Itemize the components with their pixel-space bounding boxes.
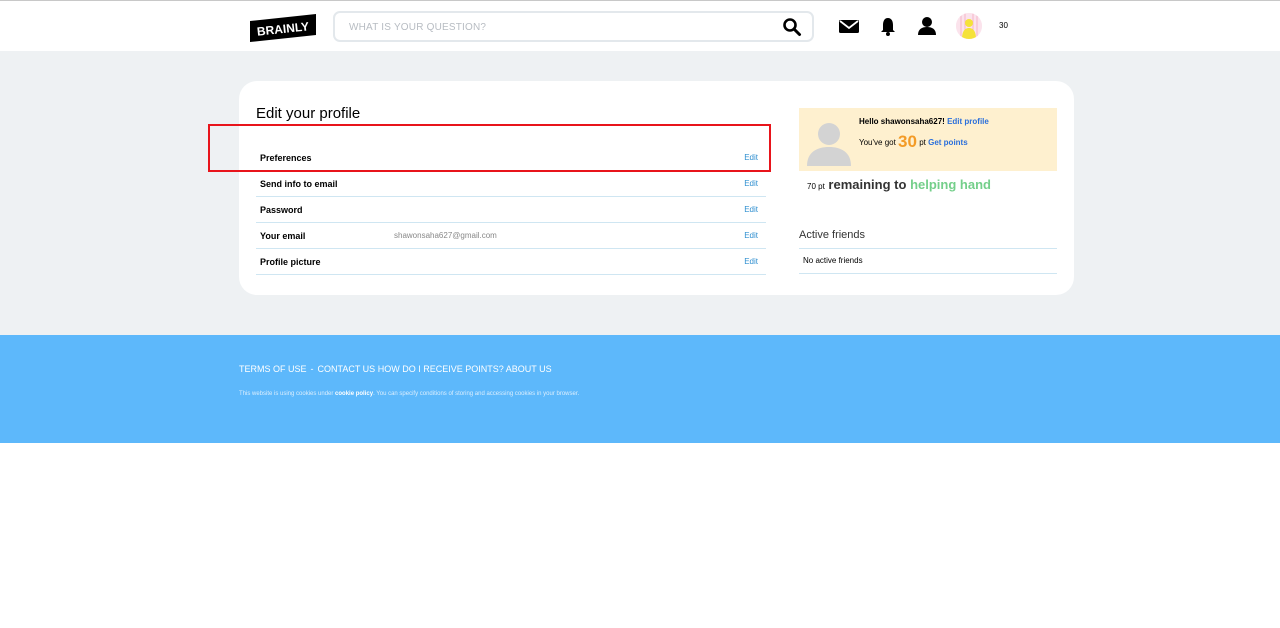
profile-placeholder-avatar <box>803 116 855 166</box>
hello-suffix: ! <box>942 117 945 126</box>
row-label: Send info to email <box>260 179 338 189</box>
user-avatar[interactable] <box>956 13 982 39</box>
link-separator: - <box>310 364 314 374</box>
receive-points-link[interactable]: HOW DO I RECEIVE POINTS? <box>378 364 504 374</box>
brainly-logo[interactable]: BRAINLY <box>248 13 318 43</box>
cookie-suffix: . You can specify conditions of storing … <box>373 391 580 397</box>
username: shawonsaha627 <box>880 117 943 126</box>
remaining-text: remaining to <box>828 177 907 192</box>
settings-row-email: Your email shawonsaha627@gmail.com Edit <box>256 223 766 249</box>
hello-text: Hello shawonsaha627! Edit profile <box>859 117 989 126</box>
profile-card: Edit your profile Preferences Edit Send … <box>239 81 1074 295</box>
search-input[interactable] <box>349 19 769 35</box>
search-box <box>333 11 814 42</box>
email-value: shawonsaha627@gmail.com <box>394 231 497 240</box>
settings-row-send-info: Send info to email Edit <box>256 171 766 197</box>
edit-send-info-link[interactable]: Edit <box>744 179 758 188</box>
active-friends-title: Active friends <box>799 229 866 241</box>
divider <box>799 248 1057 249</box>
main-area: Edit your profile Preferences Edit Send … <box>0 51 1280 335</box>
settings-row-password: Password Edit <box>256 197 766 223</box>
footer-links: TERMS OF USE - CONTACT US HOW DO I RECEIVE… <box>239 364 552 374</box>
highlight-box <box>208 124 771 172</box>
row-label: Password <box>260 205 303 215</box>
got-prefix: You've got <box>859 138 899 147</box>
no-friends-text: No active friends <box>803 256 863 265</box>
points-unit: pt <box>919 138 926 147</box>
edit-profile-picture-link[interactable]: Edit <box>744 257 758 266</box>
divider <box>799 273 1057 274</box>
header: BRAINLY 30 <box>0 1 1280 51</box>
rank-progress: 70 pt remaining to helping hand <box>807 177 991 192</box>
header-points: 30 <box>999 21 1008 30</box>
row-label: Profile picture <box>260 257 321 267</box>
cookie-prefix: This website is using cookies under <box>239 391 336 397</box>
edit-profile-link[interactable]: Edit profile <box>947 117 989 126</box>
points-summary: You've got 30 pt Get points <box>859 132 968 152</box>
cookie-notice: This website is using cookies under cook… <box>239 391 579 397</box>
page-title: Edit your profile <box>256 105 361 122</box>
row-label: Your email <box>260 231 306 241</box>
settings-row-profile-picture: Profile picture Edit <box>256 249 766 275</box>
mail-icon[interactable] <box>838 15 860 37</box>
user-summary: Hello shawonsaha627! Edit profile You've… <box>799 108 1057 171</box>
search-icon[interactable] <box>782 17 802 37</box>
remaining-points: 70 pt <box>807 182 825 191</box>
rank-name: helping hand <box>910 177 991 192</box>
edit-password-link[interactable]: Edit <box>744 205 758 214</box>
edit-email-link[interactable]: Edit <box>744 231 758 240</box>
points-value: 30 <box>898 132 917 151</box>
get-points-link[interactable]: Get points <box>928 138 968 147</box>
footer: TERMS OF USE - CONTACT US HOW DO I RECEIVE… <box>0 335 1280 443</box>
contact-us-link[interactable]: CONTACT US <box>318 364 376 374</box>
about-us-link[interactable]: ABOUT US <box>506 364 552 374</box>
terms-of-use-link[interactable]: TERMS OF USE <box>239 364 307 374</box>
cookie-policy-link[interactable]: cookie policy <box>335 391 373 397</box>
hello-prefix: Hello <box>859 117 881 126</box>
bell-icon[interactable] <box>877 15 899 37</box>
user-icon[interactable] <box>916 15 938 37</box>
